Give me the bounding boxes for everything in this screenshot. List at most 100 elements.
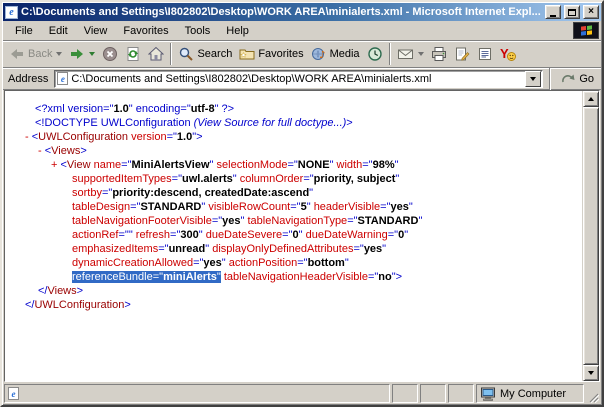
svg-text:♪: ♪ — [319, 50, 325, 61]
grip-lines-icon — [588, 392, 599, 403]
xml-line: tableDesign="STANDARD" visibleRowCount="… — [5, 200, 582, 214]
back-button[interactable]: Back — [6, 44, 65, 64]
maximize-button[interactable] — [564, 5, 580, 19]
favorites-icon — [239, 46, 255, 62]
xml-line: tableNavigationFooterVisible="yes" table… — [5, 214, 582, 228]
collapse-icon[interactable]: - — [25, 131, 32, 143]
resize-grip[interactable] — [586, 384, 599, 403]
toolbar-separator — [389, 43, 391, 65]
refresh-button[interactable] — [122, 44, 144, 64]
messenger-button[interactable]: Y — [497, 44, 520, 64]
stop-button[interactable] — [99, 44, 121, 64]
discuss-icon — [477, 46, 493, 62]
search-icon — [178, 46, 194, 62]
xml-line: </UWLConfiguration> — [5, 298, 582, 312]
selected-attribute: referenceBundle — [72, 271, 153, 283]
ie-page-icon: e — [57, 72, 68, 85]
media-button[interactable]: ♪ Media — [308, 44, 363, 64]
print-icon — [431, 46, 447, 62]
forward-arrow-icon — [69, 46, 85, 62]
selected-attribute: miniAlerts — [163, 271, 217, 283]
close-icon: × — [588, 7, 594, 17]
menu-item-help[interactable]: Help — [218, 23, 257, 39]
history-button[interactable] — [364, 44, 386, 64]
stop-icon — [102, 46, 118, 62]
back-arrow-icon — [9, 46, 25, 62]
refresh-icon — [125, 46, 141, 62]
status-main-pane: e — [4, 384, 390, 403]
triangle-down-icon — [588, 371, 594, 375]
window-title: C:\Documents and Settings\I802802\Deskto… — [21, 6, 542, 18]
my-computer-icon — [480, 387, 496, 401]
address-bar: Address e C:\Documents and Settings\I802… — [3, 68, 601, 90]
status-pane — [448, 384, 474, 403]
xml-line: - <Views> — [5, 144, 582, 158]
address-value[interactable]: C:\Documents and Settings\I802802\Deskto… — [71, 73, 522, 85]
print-button[interactable] — [428, 44, 450, 64]
address-label: Address — [6, 73, 50, 85]
favorites-button-label: Favorites — [258, 48, 303, 60]
media-icon: ♪ — [311, 46, 327, 62]
menu-item-view[interactable]: View — [76, 23, 116, 39]
back-button-label: Back — [28, 48, 52, 60]
status-pane — [420, 384, 446, 403]
xml-line: referenceBundle="miniAlerts" tableNaviga… — [5, 270, 582, 284]
forward-dropdown-icon[interactable] — [89, 52, 95, 56]
scroll-up-button[interactable] — [583, 91, 599, 107]
xml-line: + <View name="MiniAlertsView" selectionM… — [5, 158, 582, 172]
xml-line: <!DOCTYPE UWLConfiguration (View Source … — [5, 116, 582, 130]
xml-line: sortby="priority:descend, createdDate:as… — [5, 186, 582, 200]
menu-item-tools[interactable]: Tools — [177, 23, 219, 39]
menu-bar: FileEditViewFavoritesToolsHelp — [3, 21, 601, 41]
close-button[interactable]: × — [583, 5, 599, 19]
selected-attribute: =" — [153, 271, 163, 283]
discuss-button[interactable] — [474, 44, 496, 64]
ie-document-icon: e — [8, 387, 19, 400]
title-bar[interactable]: e C:\Documents and Settings\I802802\Desk… — [3, 3, 601, 21]
scrollbar-thumb[interactable] — [583, 107, 599, 365]
back-dropdown-icon[interactable] — [56, 52, 62, 56]
triangle-up-icon — [588, 97, 594, 101]
xml-line: dynamicCreationAllowed="yes" actionPosit… — [5, 256, 582, 270]
browser-window: e C:\Documents and Settings\I802802\Desk… — [0, 0, 604, 407]
edit-button[interactable] — [451, 44, 473, 64]
address-input[interactable]: e C:\Documents and Settings\I802802\Desk… — [54, 70, 543, 88]
go-button[interactable]: Go — [557, 71, 598, 87]
mail-dropdown-icon[interactable] — [418, 52, 424, 56]
ie-app-icon: e — [5, 6, 18, 19]
forward-button[interactable] — [66, 44, 98, 64]
media-button-label: Media — [330, 48, 360, 60]
mail-button[interactable] — [394, 44, 427, 64]
security-zone-label: My Computer — [500, 388, 566, 400]
search-button[interactable]: Search — [175, 44, 235, 64]
menu-item-favorites[interactable]: Favorites — [115, 23, 176, 39]
address-dropdown-button[interactable] — [525, 71, 541, 87]
favorites-button[interactable]: Favorites — [236, 44, 306, 64]
windows-logo-icon — [581, 25, 592, 35]
xml-line: emphasizedItems="unread" displayOnlyDefi… — [5, 242, 582, 256]
history-icon — [367, 46, 383, 62]
xml-line: - <UWLConfiguration version="1.0"> — [5, 130, 582, 144]
menu-bar-items: FileEditViewFavoritesToolsHelp — [7, 23, 573, 39]
maximize-icon — [568, 9, 576, 16]
home-icon — [148, 46, 164, 62]
status-pane — [392, 384, 418, 403]
scroll-down-button[interactable] — [583, 365, 599, 381]
edit-icon — [454, 46, 470, 62]
mail-icon — [397, 46, 414, 62]
collapse-icon[interactable]: - — [38, 145, 45, 157]
home-button[interactable] — [145, 44, 167, 64]
menu-item-file[interactable]: File — [7, 23, 41, 39]
minimize-button[interactable] — [545, 5, 561, 19]
ie-throbber — [573, 22, 599, 39]
standard-buttons-toolbar: Back Search Favorites ♪ Media — [3, 41, 601, 68]
vertical-scrollbar[interactable] — [582, 91, 599, 381]
status-bar: e My Computer — [3, 382, 601, 404]
security-zone-pane: My Computer — [476, 384, 584, 403]
toolbar-separator — [170, 43, 172, 65]
xml-line: supportedItemTypes="uwl.alerts" columnOr… — [5, 172, 582, 186]
go-button-label: Go — [579, 73, 594, 85]
chevron-down-icon — [530, 77, 536, 81]
minimize-icon — [550, 15, 556, 17]
menu-item-edit[interactable]: Edit — [41, 23, 76, 39]
